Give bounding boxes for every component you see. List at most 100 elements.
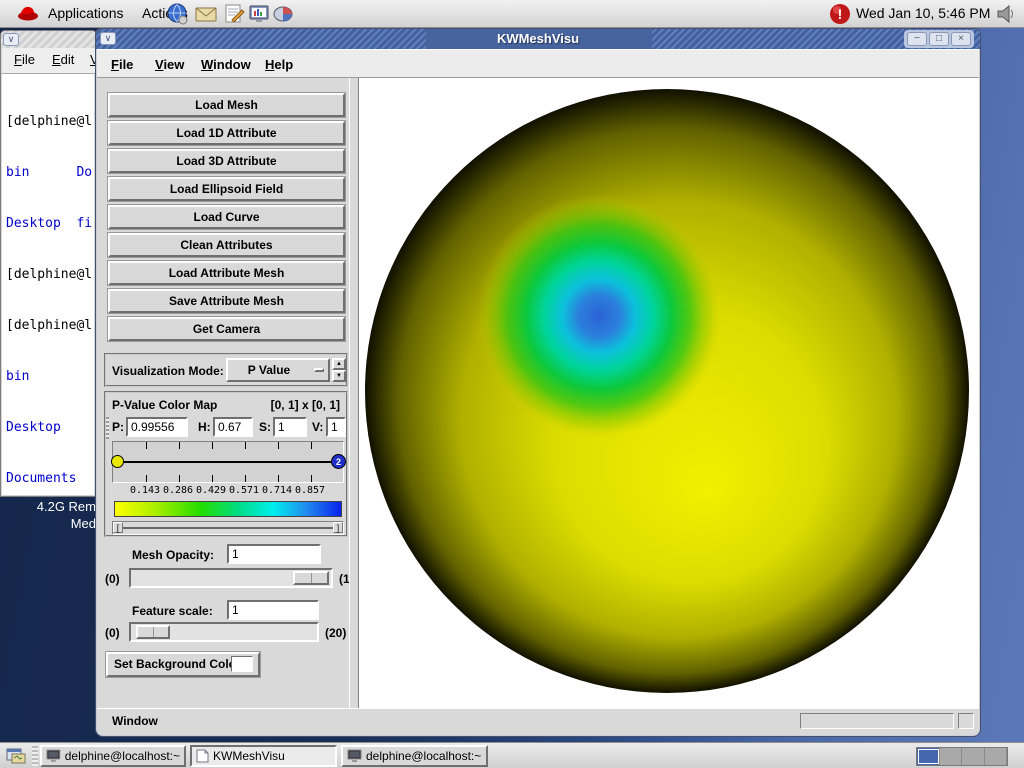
tick-label: 0.857 — [293, 485, 327, 496]
kwmeshvisu-content: Load Mesh Load 1D Attribute Load 3D Attr… — [97, 78, 979, 708]
redhat-menu-icon[interactable] — [16, 2, 40, 26]
terminal-output[interactable]: [delphine@l bin Do Desktop fi [delphine@… — [2, 74, 94, 495]
terminal-line: Documents — [6, 470, 94, 487]
mesh-opacity-label: Mesh Opacity: — [132, 548, 214, 562]
visualization-mode-frame: Visualization Mode: P Value ▲ ▼ — [104, 353, 348, 387]
colormap-title: P-Value Color Map — [112, 398, 217, 412]
workspace-4[interactable] — [985, 748, 1008, 765]
window-menu-icon[interactable]: ∨ — [3, 33, 19, 46]
workspace-2[interactable] — [940, 748, 963, 765]
tick-label: 0.429 — [194, 485, 228, 496]
svg-text:!: ! — [838, 6, 843, 22]
terminal-icon — [347, 749, 362, 763]
tick-label: 0.714 — [260, 485, 294, 496]
workspace-1[interactable] — [917, 748, 940, 765]
impress-icon[interactable] — [248, 2, 272, 26]
v-label: V: — [312, 420, 323, 434]
speaker-icon[interactable] — [994, 2, 1018, 26]
workspace-3[interactable] — [962, 748, 985, 765]
terminal-line: Desktop fi — [6, 215, 94, 232]
load-attribute-mesh-button[interactable]: Load Attribute Mesh — [108, 261, 345, 285]
kwmeshvisu-menubar: File View Window Help — [97, 49, 979, 78]
maximize-icon[interactable]: □ — [929, 32, 949, 46]
close-icon[interactable]: × — [951, 32, 971, 46]
mesh-sphere-render[interactable] — [359, 78, 979, 708]
terminal-menu-file[interactable]: File — [14, 52, 35, 67]
dropdown-indicator-icon — [314, 368, 324, 372]
terminal-line: [delphine@l — [6, 266, 94, 283]
top-panel: Applications Actions ! Wed Jan 10, 5:46 … — [0, 0, 1024, 28]
email-icon[interactable] — [194, 2, 218, 26]
visualization-mode-spinner: ▲ ▼ — [332, 358, 346, 382]
colormap-node-end[interactable]: 2 — [331, 454, 346, 469]
alert-icon[interactable]: ! — [828, 2, 852, 26]
feature-max-label: (20) — [325, 626, 346, 640]
menu-window[interactable]: Window — [201, 57, 251, 72]
task-kwmeshvisu[interactable]: KWMeshVisu — [190, 745, 337, 767]
v-value-field[interactable] — [326, 417, 346, 437]
set-background-color-button[interactable]: Set Background Color — [106, 652, 260, 677]
feature-scale-thumb[interactable] — [136, 625, 170, 639]
load-1d-attribute-button[interactable]: Load 1D Attribute — [108, 121, 345, 145]
menu-view[interactable]: View — [155, 57, 184, 72]
visualization-mode-dropdown[interactable]: P Value — [226, 358, 330, 382]
terminal-titlebar[interactable]: ∨ — [1, 31, 96, 48]
colormap-range-scrollbar[interactable]: [ ] — [112, 521, 344, 535]
colormap-node-editor[interactable]: 2 — [112, 441, 344, 483]
p-value-field[interactable] — [126, 417, 188, 437]
task-terminal-2[interactable]: delphine@localhost:~ — [341, 745, 488, 767]
window-controls: − □ × — [904, 30, 974, 48]
feature-scale-slider[interactable] — [129, 622, 319, 642]
terminal-window: ∨ File Edit V [delphine@l bin Do Desktop… — [0, 30, 97, 497]
pane-grip[interactable] — [106, 417, 109, 439]
writer-icon[interactable] — [222, 2, 246, 26]
menu-file[interactable]: File — [111, 57, 133, 72]
h-label: H: — [198, 420, 211, 434]
taskbar: delphine@localhost:~ KWMeshVisu delphine… — [0, 742, 1024, 768]
h-value-field[interactable] — [213, 417, 253, 437]
window-menu-icon[interactable]: ∨ — [100, 32, 116, 45]
range-left-handle[interactable]: [ — [113, 522, 123, 533]
colormap-function-line — [113, 461, 343, 463]
range-right-handle[interactable]: ] — [333, 522, 343, 533]
get-camera-button[interactable]: Get Camera — [108, 317, 345, 341]
workspace-switcher — [916, 747, 1008, 766]
menu-help[interactable]: Help — [265, 57, 293, 72]
clean-attributes-button[interactable]: Clean Attributes — [108, 233, 345, 257]
terminal-line: [delphine@l — [6, 317, 94, 334]
colormap-node-start[interactable] — [111, 455, 124, 468]
load-ellipsoid-field-button[interactable]: Load Ellipsoid Field — [108, 177, 345, 201]
terminal-menu-edit[interactable]: Edit — [52, 52, 74, 67]
applications-menu[interactable]: Applications — [42, 0, 130, 27]
task-terminal-1[interactable]: delphine@localhost:~ — [40, 745, 186, 767]
tick-label: 0.286 — [161, 485, 195, 496]
minimize-icon[interactable]: − — [907, 32, 927, 46]
mesh-opacity-slider[interactable] — [129, 568, 333, 588]
load-curve-button[interactable]: Load Curve — [108, 205, 345, 229]
kwmeshvisu-titlebar[interactable]: KWMeshVisu ∨ − □ × — [96, 29, 980, 49]
load-3d-attribute-button[interactable]: Load 3D Attribute — [108, 149, 345, 173]
feature-scale-field[interactable] — [227, 600, 319, 620]
desktop-media-label[interactable]: 4.2G Rem Med — [0, 498, 96, 532]
show-desktop-icon[interactable] — [5, 746, 29, 768]
terminal-line: Desktop — [6, 419, 94, 436]
document-icon — [196, 749, 209, 763]
panel-drag-handle[interactable] — [32, 746, 38, 766]
mesh-opacity-field[interactable] — [227, 544, 321, 564]
pane-sash[interactable] — [349, 78, 359, 708]
spinner-up-icon[interactable]: ▲ — [332, 358, 346, 370]
resize-grip[interactable] — [958, 713, 974, 729]
calc-icon[interactable] — [272, 2, 296, 26]
clock[interactable]: Wed Jan 10, 5:46 PM — [856, 0, 990, 27]
spinner-down-icon[interactable]: ▼ — [332, 370, 346, 382]
feature-min-label: (0) — [105, 626, 120, 640]
browser-icon[interactable] — [166, 2, 190, 26]
background-color-swatch — [231, 656, 253, 672]
mesh-opacity-thumb[interactable] — [293, 571, 329, 585]
load-mesh-button[interactable]: Load Mesh — [108, 93, 345, 117]
status-progress-field — [800, 713, 954, 729]
tick-label: 0.571 — [227, 485, 261, 496]
s-value-field[interactable] — [273, 417, 307, 437]
save-attribute-mesh-button[interactable]: Save Attribute Mesh — [108, 289, 345, 313]
render-viewport[interactable] — [359, 78, 979, 708]
